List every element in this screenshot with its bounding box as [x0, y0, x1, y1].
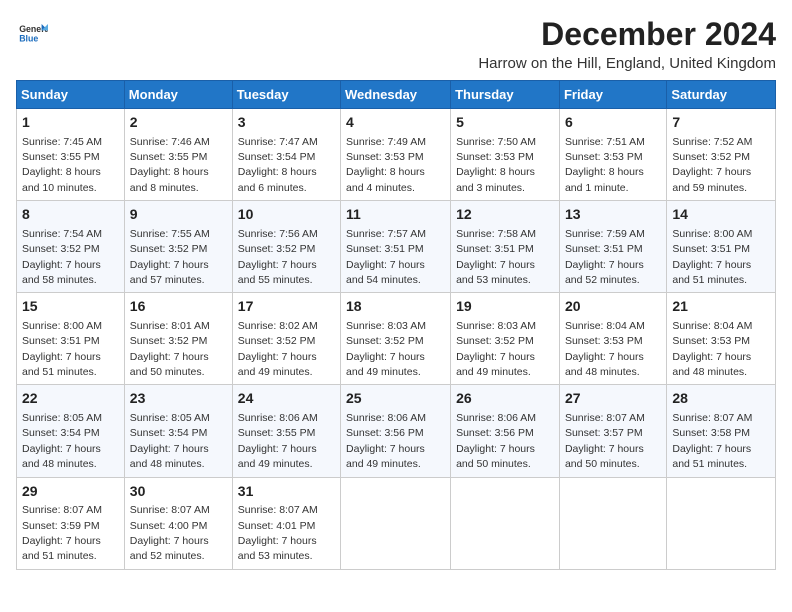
table-row: 27 Sunrise: 8:07 AMSunset: 3:57 PMDaylig… [559, 385, 666, 477]
col-wednesday: Wednesday [341, 81, 451, 109]
svg-text:Blue: Blue [19, 34, 38, 44]
table-row: 15 Sunrise: 8:00 AMSunset: 3:51 PMDaylig… [17, 293, 125, 385]
col-saturday: Saturday [667, 81, 776, 109]
table-row: 20 Sunrise: 8:04 AMSunset: 3:53 PMDaylig… [559, 293, 666, 385]
table-row: 10 Sunrise: 7:56 AMSunset: 3:52 PMDaylig… [232, 201, 340, 293]
page-subtitle: Harrow on the Hill, England, United King… [478, 55, 776, 72]
col-tuesday: Tuesday [232, 81, 340, 109]
col-monday: Monday [124, 81, 232, 109]
table-row: 23 Sunrise: 8:05 AMSunset: 3:54 PMDaylig… [124, 385, 232, 477]
table-row: 26 Sunrise: 8:06 AMSunset: 3:56 PMDaylig… [451, 385, 560, 477]
logo-icon: General Blue [16, 16, 48, 48]
table-row: 24 Sunrise: 8:06 AMSunset: 3:55 PMDaylig… [232, 385, 340, 477]
table-row [667, 477, 776, 569]
table-row: 5 Sunrise: 7:50 AMSunset: 3:53 PMDayligh… [451, 109, 560, 201]
table-row: 6 Sunrise: 7:51 AMSunset: 3:53 PMDayligh… [559, 109, 666, 201]
calendar-table: Sunday Monday Tuesday Wednesday Thursday… [16, 80, 776, 570]
table-row: 13 Sunrise: 7:59 AMSunset: 3:51 PMDaylig… [559, 201, 666, 293]
table-row: 1 Sunrise: 7:45 AMSunset: 3:55 PMDayligh… [17, 109, 125, 201]
col-friday: Friday [559, 81, 666, 109]
table-row: 18 Sunrise: 8:03 AMSunset: 3:52 PMDaylig… [341, 293, 451, 385]
col-thursday: Thursday [451, 81, 560, 109]
table-row: 28 Sunrise: 8:07 AMSunset: 3:58 PMDaylig… [667, 385, 776, 477]
table-row: 9 Sunrise: 7:55 AMSunset: 3:52 PMDayligh… [124, 201, 232, 293]
table-row: 31 Sunrise: 8:07 AMSunset: 4:01 PMDaylig… [232, 477, 340, 569]
table-row: 4 Sunrise: 7:49 AMSunset: 3:53 PMDayligh… [341, 109, 451, 201]
col-sunday: Sunday [17, 81, 125, 109]
table-row: 14 Sunrise: 8:00 AMSunset: 3:51 PMDaylig… [667, 201, 776, 293]
table-row: 8 Sunrise: 7:54 AMSunset: 3:52 PMDayligh… [17, 201, 125, 293]
table-row: 21 Sunrise: 8:04 AMSunset: 3:53 PMDaylig… [667, 293, 776, 385]
table-row [341, 477, 451, 569]
table-row: 25 Sunrise: 8:06 AMSunset: 3:56 PMDaylig… [341, 385, 451, 477]
table-row [559, 477, 666, 569]
table-row: 19 Sunrise: 8:03 AMSunset: 3:52 PMDaylig… [451, 293, 560, 385]
table-row: 11 Sunrise: 7:57 AMSunset: 3:51 PMDaylig… [341, 201, 451, 293]
table-row: 30 Sunrise: 8:07 AMSunset: 4:00 PMDaylig… [124, 477, 232, 569]
table-row: 17 Sunrise: 8:02 AMSunset: 3:52 PMDaylig… [232, 293, 340, 385]
table-row [451, 477, 560, 569]
page-title: December 2024 [478, 16, 776, 53]
table-row: 22 Sunrise: 8:05 AMSunset: 3:54 PMDaylig… [17, 385, 125, 477]
table-row: 16 Sunrise: 8:01 AMSunset: 3:52 PMDaylig… [124, 293, 232, 385]
table-row: 29 Sunrise: 8:07 AMSunset: 3:59 PMDaylig… [17, 477, 125, 569]
logo: General Blue [16, 16, 48, 48]
table-row: 7 Sunrise: 7:52 AMSunset: 3:52 PMDayligh… [667, 109, 776, 201]
title-block: December 2024 Harrow on the Hill, Englan… [478, 16, 776, 72]
table-row: 2 Sunrise: 7:46 AMSunset: 3:55 PMDayligh… [124, 109, 232, 201]
table-row: 12 Sunrise: 7:58 AMSunset: 3:51 PMDaylig… [451, 201, 560, 293]
table-row: 3 Sunrise: 7:47 AMSunset: 3:54 PMDayligh… [232, 109, 340, 201]
